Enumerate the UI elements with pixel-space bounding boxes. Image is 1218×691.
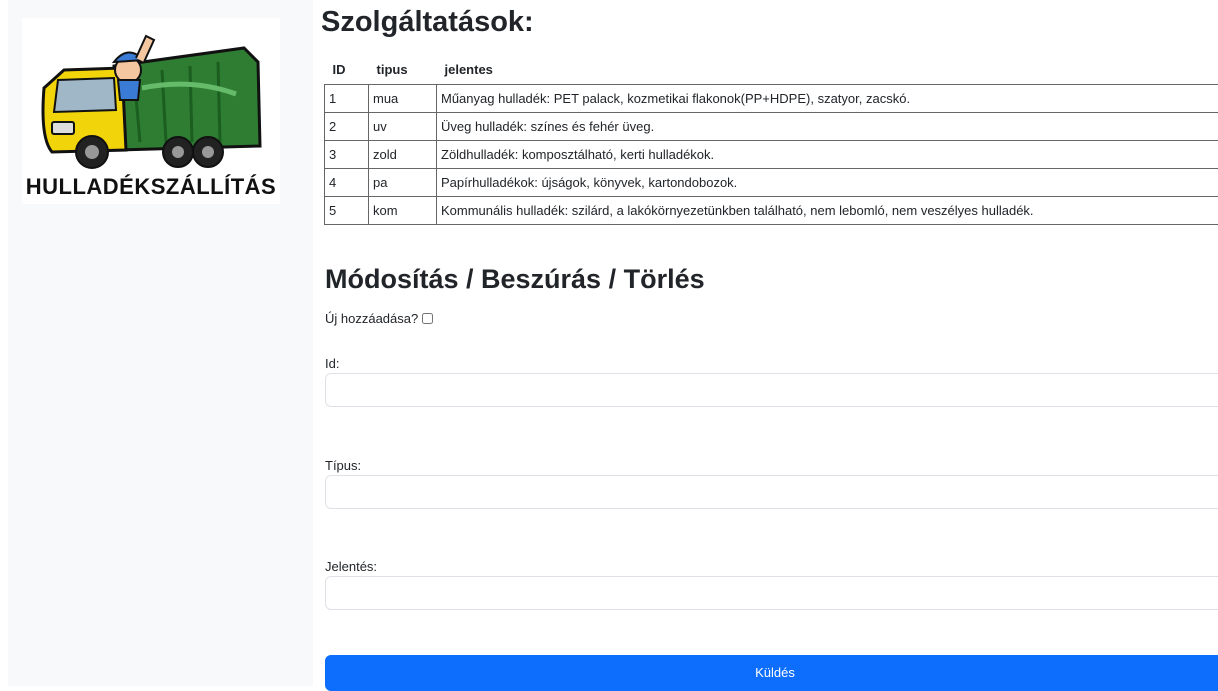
cell-jelentes: Zöldhulladék: komposztálható, kerti hull…: [437, 141, 1218, 169]
cell-id: 2: [325, 113, 369, 141]
table-row: 3 zold Zöldhulladék: komposztálható, ker…: [325, 141, 1218, 169]
cell-id: 1: [325, 85, 369, 113]
header-jelentes: jelentes: [437, 54, 1218, 85]
cell-tipus: kom: [369, 197, 437, 225]
garbage-truck-icon: [22, 18, 280, 176]
cell-jelentes: Üveg hulladék: színes és fehér üveg.: [437, 113, 1218, 141]
header-id: ID: [325, 54, 369, 85]
cell-id: 5: [325, 197, 369, 225]
tipus-label: Típus:: [325, 458, 361, 473]
cell-tipus: mua: [369, 85, 437, 113]
logo: HULLADÉKSZÁLLÍTÁS: [22, 18, 280, 204]
new-entry-label: Új hozzáadása?: [325, 311, 418, 326]
jelentes-label: Jelentés:: [325, 559, 377, 574]
id-input[interactable]: [325, 373, 1218, 407]
new-entry-checkbox[interactable]: [422, 313, 433, 324]
cell-id: 4: [325, 169, 369, 197]
id-label: Id:: [325, 356, 339, 371]
cell-tipus: uv: [369, 113, 437, 141]
table-row: 5 kom Kommunális hulladék: szilárd, a la…: [325, 197, 1218, 225]
services-table: ID tipus jelentes 1 mua Műanyag hulladék…: [324, 54, 1218, 225]
new-entry-row: Új hozzáadása?: [325, 311, 433, 326]
table-row: 1 mua Műanyag hulladék: PET palack, kozm…: [325, 85, 1218, 113]
cell-tipus: zold: [369, 141, 437, 169]
form-title: Módosítás / Beszúrás / Törlés: [325, 264, 705, 295]
cell-jelentes: Papírhulladékok: újságok, könyvek, karto…: [437, 169, 1218, 197]
sidebar: HULLADÉKSZÁLLÍTÁS: [8, 0, 313, 686]
logo-text: HULLADÉKSZÁLLÍTÁS: [22, 174, 280, 200]
cell-id: 3: [325, 141, 369, 169]
services-title: Szolgáltatások:: [321, 6, 534, 39]
table-row: 2 uv Üveg hulladék: színes és fehér üveg…: [325, 113, 1218, 141]
cell-jelentes: Műanyag hulladék: PET palack, kozmetikai…: [437, 85, 1218, 113]
table-row: 4 pa Papírhulladékok: újságok, könyvek, …: [325, 169, 1218, 197]
jelentes-input[interactable]: [325, 576, 1218, 610]
main-content: Szolgáltatások: ID tipus jelentes 1 mua …: [318, 0, 1218, 686]
header-tipus: tipus: [369, 54, 437, 85]
cell-tipus: pa: [369, 169, 437, 197]
tipus-input[interactable]: [325, 475, 1218, 509]
table-header-row: ID tipus jelentes: [325, 54, 1218, 85]
cell-jelentes: Kommunális hulladék: szilárd, a lakókörn…: [437, 197, 1218, 225]
